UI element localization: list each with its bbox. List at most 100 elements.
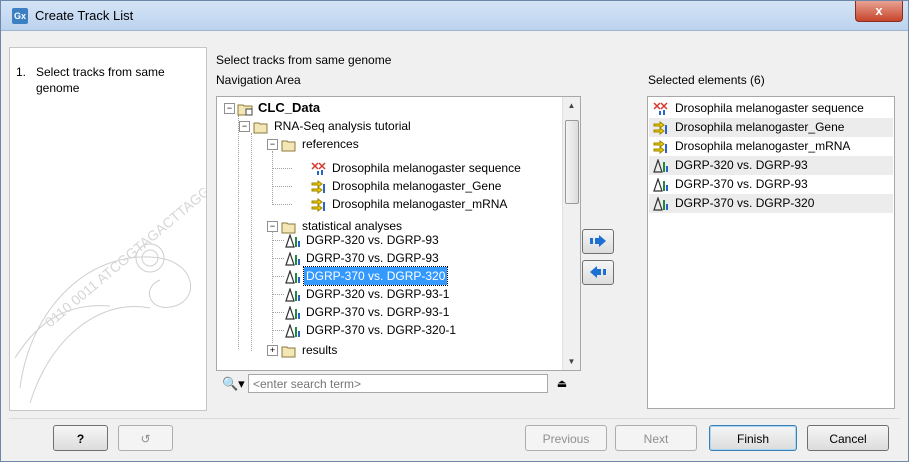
tree-label: references [302, 137, 359, 151]
navigation-tree[interactable]: − CLC_Data − RNA-Seq analysis tutorial −… [216, 96, 581, 371]
tree-label: DGRP-370 vs. DGRP-93 [306, 251, 439, 265]
footer-divider [9, 418, 900, 419]
tree-collapse-toggle[interactable]: − [224, 103, 235, 114]
search-icon[interactable]: 🔍▾ [222, 376, 245, 392]
window-title: Create Track List [35, 8, 134, 23]
annotation-track-icon [311, 197, 325, 212]
tree-label: RNA-Seq analysis tutorial [274, 119, 411, 133]
data-root-folder-icon [237, 104, 253, 116]
close-button[interactable]: x [855, 1, 903, 22]
selected-elements-label: Selected elements (6) [648, 73, 765, 87]
sequence-track-icon [311, 162, 326, 175]
folder-open-icon [253, 122, 268, 134]
tree-label: DGRP-320 vs. DGRP-93 [306, 233, 439, 247]
list-item[interactable]: Drosophila melanogaster_Gene [649, 118, 893, 137]
annotation-track-icon [653, 120, 667, 135]
statistics-track-icon [285, 233, 300, 248]
list-item-label: Drosophila melanogaster_mRNA [675, 139, 851, 153]
tree-scrollbar[interactable]: ▲ ▼ [562, 97, 580, 370]
list-item-label: DGRP-370 vs. DGRP-93 [675, 177, 808, 191]
list-item-label: DGRP-320 vs. DGRP-93 [675, 158, 808, 172]
help-button[interactable]: ? [53, 425, 108, 451]
list-item[interactable]: DGRP-370 vs. DGRP-93 [649, 175, 893, 194]
tree-item-references[interactable]: references [281, 135, 361, 153]
tree-item-rna-seq-tutorial[interactable]: RNA-Seq analysis tutorial [253, 117, 413, 135]
search-options-eject-icon[interactable]: ⏏ [553, 375, 571, 393]
folder-icon [281, 346, 296, 358]
reset-button[interactable]: ↺ [118, 425, 173, 451]
scroll-thumb[interactable] [565, 120, 579, 204]
tree-guide-line [272, 186, 292, 187]
add-to-selected-button[interactable] [582, 229, 614, 254]
tree-label: Drosophila melanogaster sequence [332, 161, 521, 175]
annotation-track-icon [653, 139, 667, 154]
reset-icon: ↺ [140, 432, 151, 446]
tree-guide-line [251, 133, 252, 351]
tree-item-gene-track[interactable]: Drosophila melanogaster_Gene [311, 177, 503, 195]
step-label: Select tracks from same genome [36, 65, 165, 95]
tree-label: DGRP-370 vs. DGRP-93-1 [306, 305, 450, 319]
annotation-track-icon [311, 179, 325, 194]
title-bar[interactable]: Gx Create Track List x [1, 1, 908, 31]
tree-guide-line [238, 115, 239, 349]
statistics-track-icon [285, 323, 300, 338]
tree-guide-line [272, 258, 284, 259]
list-item-label: DGRP-370 vs. DGRP-320 [675, 196, 815, 210]
step-number: 1. [16, 65, 27, 79]
clc-decoration-swirl-icon: 0110 0011 ATCGGTAGACTTAGG [14, 188, 206, 404]
tree-guide-line [272, 204, 292, 205]
next-button[interactable]: Next [615, 425, 697, 451]
navigation-area-label: Navigation Area [216, 73, 301, 87]
tree-item-stat-track[interactable]: DGRP-370 vs. DGRP-93-1 [285, 303, 451, 321]
tree-item-results[interactable]: results [281, 341, 339, 359]
scroll-up-arrow-icon[interactable]: ▲ [563, 97, 580, 114]
tree-item-stat-track[interactable]: DGRP-320 vs. DGRP-93 [285, 231, 441, 249]
tree-item-stat-track-selected[interactable]: DGRP-370 vs. DGRP-320 [285, 266, 449, 286]
scroll-down-arrow-icon[interactable]: ▼ [563, 353, 580, 370]
tree-label: DGRP-320 vs. DGRP-93-1 [306, 287, 450, 301]
tree-item-sequence-track[interactable]: Drosophila melanogaster sequence [311, 159, 523, 177]
tree-guide-line [272, 312, 284, 313]
cancel-button[interactable]: Cancel [807, 425, 889, 451]
remove-from-selected-button[interactable] [582, 260, 614, 285]
section-title: Select tracks from same genome [216, 53, 392, 67]
statistics-track-icon [285, 305, 300, 320]
tree-collapse-toggle[interactable]: − [267, 221, 278, 232]
arrow-left-icon [590, 266, 606, 278]
tree-guide-line [272, 240, 284, 241]
list-item[interactable]: DGRP-320 vs. DGRP-93 [649, 156, 893, 175]
list-item[interactable]: DGRP-370 vs. DGRP-320 [649, 194, 893, 213]
selected-elements-list[interactable]: Drosophila melanogaster sequence Drosoph… [647, 96, 895, 409]
tree-collapse-toggle[interactable]: − [267, 139, 278, 150]
list-item-label: Drosophila melanogaster sequence [675, 101, 864, 115]
app-icon: Gx [12, 8, 28, 24]
tree-label: Drosophila melanogaster_Gene [332, 179, 502, 193]
list-item-label: Drosophila melanogaster_Gene [675, 120, 845, 134]
tree-item-stat-track[interactable]: DGRP-320 vs. DGRP-93-1 [285, 285, 451, 303]
statistics-track-icon [285, 251, 300, 266]
arrow-right-icon [590, 235, 606, 247]
tree-item-stat-track[interactable]: DGRP-370 vs. DGRP-320-1 [285, 321, 458, 339]
tree-label: results [302, 343, 338, 357]
decoration-binary-text: 0110 0011 ATCGGTAGACTTAGG [42, 188, 206, 330]
tree-item-mrna-track[interactable]: Drosophila melanogaster_mRNA [311, 195, 509, 213]
tree-item-clc-data[interactable]: CLC_Data [237, 99, 322, 117]
create-track-list-dialog: Gx Create Track List x 1. Select tracks … [0, 0, 909, 462]
list-item[interactable]: Drosophila melanogaster sequence [649, 99, 893, 118]
statistics-track-icon [653, 177, 668, 192]
statistics-track-icon [653, 158, 668, 173]
list-item[interactable]: Drosophila melanogaster_mRNA [649, 137, 893, 156]
tree-guide-line [272, 168, 292, 169]
tree-collapse-toggle[interactable]: − [239, 121, 250, 132]
tree-label: DGRP-370 vs. DGRP-320 [302, 266, 449, 286]
statistics-track-icon [285, 287, 300, 302]
finish-button[interactable]: Finish [709, 425, 797, 451]
statistics-track-icon [653, 196, 668, 211]
tree-label: Drosophila melanogaster_mRNA [332, 197, 508, 211]
tree-item-stat-track[interactable]: DGRP-370 vs. DGRP-93 [285, 249, 441, 267]
sequence-track-icon [653, 102, 668, 115]
tree-expand-toggle[interactable]: + [267, 345, 278, 356]
search-input[interactable] [248, 374, 548, 393]
previous-button[interactable]: Previous [525, 425, 607, 451]
tree-guide-line [272, 330, 284, 331]
